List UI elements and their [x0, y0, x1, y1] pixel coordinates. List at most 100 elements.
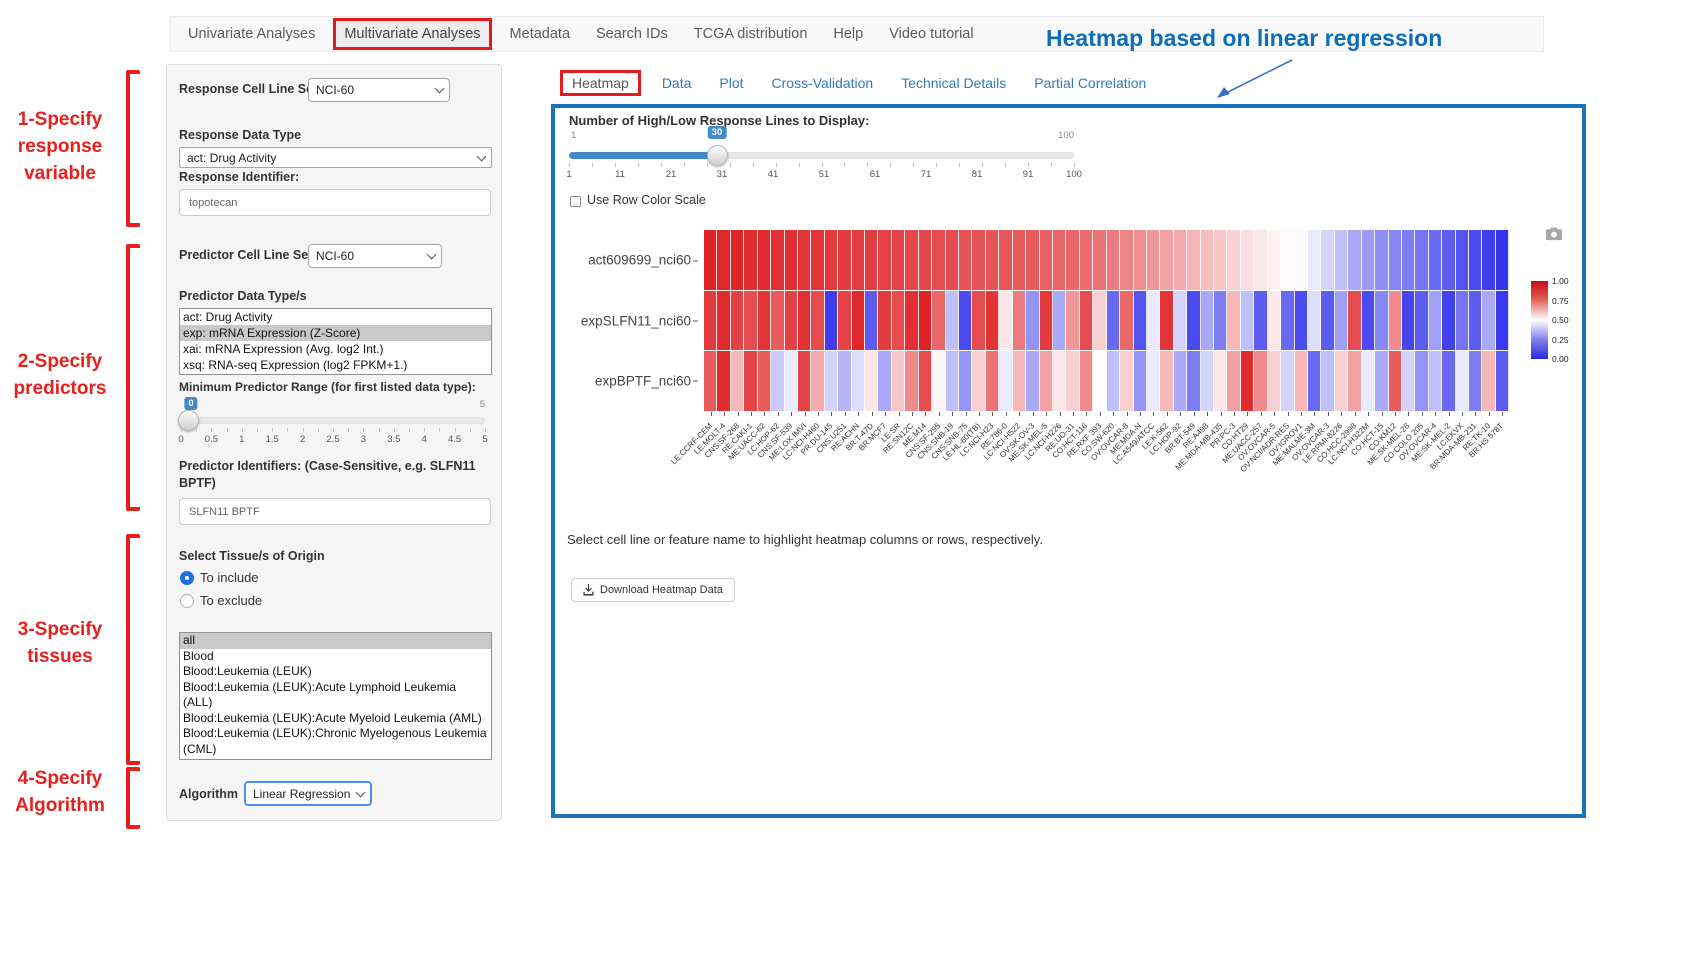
tissue-option[interactable]: Blood — [180, 649, 491, 665]
tissue-option[interactable]: Blood:Leukemia (LEUK):Chronic Myelogenou… — [180, 726, 491, 757]
response-identifier-value: topotecan — [189, 197, 237, 209]
heatmap-column-labels: LE:CCRF-CEMLE:MOLT-4CNS:SF-268RE:CAKI-1M… — [704, 416, 1509, 516]
predictor-data-type-option[interactable]: exp: mRNA Expression (Z-Score) — [180, 325, 491, 341]
heatmap-cell — [1402, 351, 1415, 411]
slider-max-label: 100 — [1058, 130, 1074, 141]
heatmap-cell — [1241, 351, 1254, 411]
algorithm-select[interactable]: Linear Regression — [244, 781, 372, 806]
slider-ticks — [181, 428, 485, 432]
heatmap-row — [704, 230, 1509, 290]
heatmap-cell — [1308, 351, 1321, 411]
response-cell-line-set-select[interactable]: NCI-60 — [308, 78, 450, 102]
tab-plot[interactable]: Plot — [709, 71, 753, 95]
slider-tick-label: 2 — [300, 434, 305, 445]
colorbar-tick-label: 0.00 — [1552, 354, 1569, 364]
heatmap-cell — [1469, 291, 1482, 351]
nav-item-univariate-analyses[interactable]: Univariate Analyses — [175, 17, 328, 51]
annotation-step-3: 3-Specify tissues — [0, 616, 120, 670]
annotation-step-4: 4-Specify Algorithm — [0, 765, 120, 819]
predictor-data-type-option[interactable]: xai: mRNA Expression (Avg. log2 Int.) — [180, 341, 491, 357]
nav-item-metadata[interactable]: Metadata — [497, 17, 583, 51]
nav-item-help[interactable]: Help — [820, 17, 876, 51]
heatmap-cell — [785, 351, 798, 411]
heatmap-cell — [744, 351, 757, 411]
nav-item-multivariate-analyses[interactable]: Multivariate Analyses — [333, 18, 491, 50]
tissue-option[interactable]: Blood:Leukemia (LEUK):Acute Lymphoid Leu… — [180, 680, 491, 711]
heatmap-cell — [1080, 351, 1093, 411]
min-predictor-range-slider[interactable]: 0 5 00.511.522.533.544.55 — [181, 397, 485, 455]
heatmap-cell — [758, 230, 771, 290]
heatmap-cell — [1187, 291, 1200, 351]
heatmap-cell — [1456, 351, 1469, 411]
tab-heatmap[interactable]: Heatmap — [560, 70, 641, 96]
heatmap-grid[interactable] — [704, 230, 1509, 411]
tissue-exclude-radio[interactable] — [180, 594, 194, 608]
heatmap-row-label[interactable]: act609699_nci60 — [588, 253, 691, 268]
heatmap-cell — [1227, 351, 1240, 411]
heatmap-cell — [1013, 230, 1026, 290]
heatmap-cell — [905, 230, 918, 290]
slider-tick-labels: 00.511.522.533.544.55 — [181, 434, 485, 446]
response-data-type-label: Response Data Type — [179, 128, 301, 142]
camera-icon[interactable] — [1545, 226, 1563, 241]
nav-item-video-tutorial[interactable]: Video tutorial — [876, 17, 986, 51]
row-color-scale-checkbox[interactable] — [570, 196, 581, 207]
heatmap-cell — [1362, 230, 1375, 290]
slider-track[interactable] — [181, 417, 485, 424]
tab-data[interactable]: Data — [652, 71, 702, 95]
download-heatmap-data-button[interactable]: Download Heatmap Data — [571, 578, 735, 602]
tab-cross-validation[interactable]: Cross-Validation — [762, 71, 884, 95]
heatmap-cell — [1348, 351, 1361, 411]
heatmap-cell — [1362, 351, 1375, 411]
heatmap-cell — [1456, 291, 1469, 351]
heatmap-cell — [1389, 291, 1402, 351]
heatmap-cell — [771, 351, 784, 411]
annotation-bracket-2 — [126, 244, 140, 511]
heatmap-cell — [1040, 351, 1053, 411]
tab-technical-details[interactable]: Technical Details — [891, 71, 1016, 95]
predictor-identifiers-input[interactable]: SLFN11 BPTF — [179, 498, 491, 525]
heatmap-cell — [892, 351, 905, 411]
response-data-type-select[interactable]: act: Drug Activity — [179, 147, 492, 168]
predictor-data-types-listbox[interactable]: act: Drug Activityexp: mRNA Expression (… — [179, 308, 492, 375]
tissue-listbox[interactable]: allBloodBlood:Leukemia (LEUK)Blood:Leuke… — [179, 632, 492, 760]
heatmap-cell — [1362, 291, 1375, 351]
tissue-option[interactable]: all — [180, 633, 491, 649]
predictor-data-types-label: Predictor Data Type/s — [179, 289, 307, 303]
tissue-origin-label: Select Tissue/s of Origin — [179, 549, 325, 563]
lines-slider[interactable]: 1 100 30 1112131415161718191100 — [569, 126, 1074, 186]
tissue-option[interactable]: Blood:Leukemia (LEUK):Acute Myeloid Leuk… — [180, 711, 491, 727]
predictor-data-type-option[interactable]: act: Drug Activity — [180, 309, 491, 325]
heatmap-cell — [1496, 351, 1509, 411]
predictor-data-type-option[interactable]: xsq: RNA-seq Expression (log2 FPKM+1.) — [180, 357, 491, 373]
tissue-exclude-label: To exclude — [200, 593, 262, 608]
chevron-down-icon — [435, 84, 445, 94]
heatmap-cell — [1321, 291, 1334, 351]
predictor-cell-line-set-select[interactable]: NCI-60 — [308, 244, 442, 268]
heatmap-cell — [811, 351, 824, 411]
predictor-identifiers-value: SLFN11 BPTF — [189, 506, 260, 518]
heatmap-cell — [758, 351, 771, 411]
download-button-label: Download Heatmap Data — [600, 584, 723, 596]
heatmap-cell — [744, 230, 757, 290]
heatmap-row-label[interactable]: expSLFN11_nci60 — [581, 313, 691, 328]
heatmap-cell — [1147, 230, 1160, 290]
tissue-option[interactable]: Blood:Leukemia (LEUK) — [180, 664, 491, 680]
slider-tick-label: 1 — [566, 169, 571, 180]
tab-partial-correlation[interactable]: Partial Correlation — [1024, 71, 1156, 95]
row-color-scale-label: Use Row Color Scale — [587, 193, 706, 207]
heatmap-cell — [1281, 351, 1294, 411]
heatmap-cell — [717, 230, 730, 290]
heatmap-cell — [878, 230, 891, 290]
response-identifier-input[interactable]: topotecan — [179, 189, 491, 216]
nav-item-search-ids[interactable]: Search IDs — [583, 17, 681, 51]
nav-item-tcga-distribution[interactable]: TCGA distribution — [681, 17, 821, 51]
heatmap-cell — [986, 230, 999, 290]
slider-tick-label: 0 — [178, 434, 183, 445]
heatmap-cell — [852, 291, 865, 351]
tissue-include-radio[interactable] — [180, 571, 194, 585]
min-predictor-range-label: Minimum Predictor Range (for first liste… — [179, 380, 476, 394]
heatmap-row-label[interactable]: expBPTF_nci60 — [595, 373, 691, 388]
heatmap-cell — [865, 230, 878, 290]
response-cell-line-set-label: Response Cell Line Set — [179, 82, 317, 96]
